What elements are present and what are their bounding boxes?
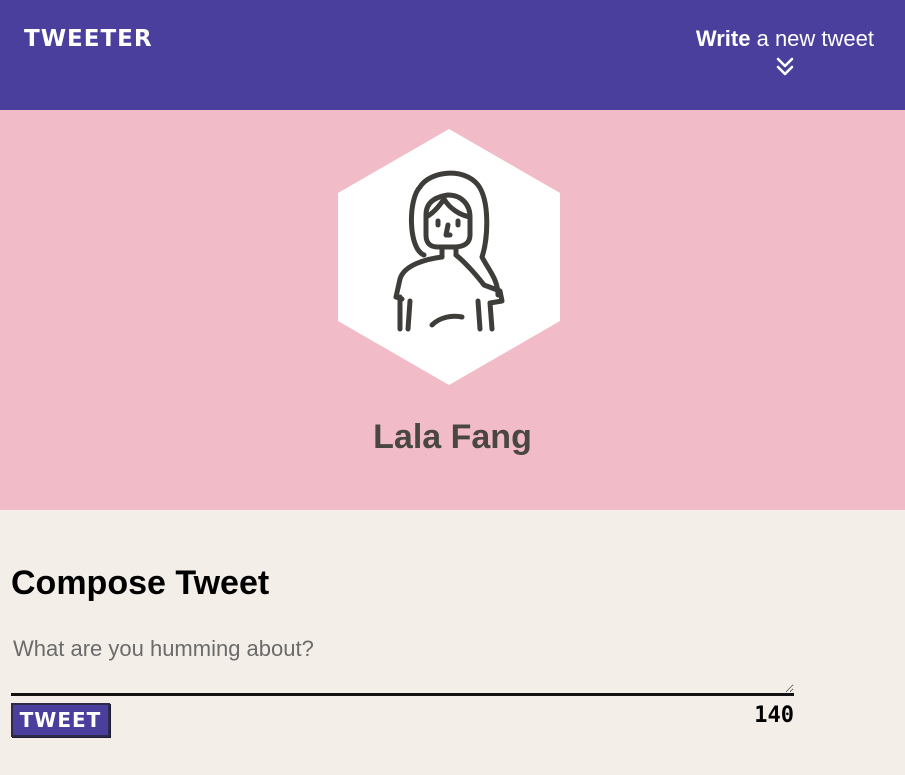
top-nav: TWEETER Write a new tweet: [0, 0, 905, 110]
brand-logo[interactable]: TWEETER: [24, 26, 153, 52]
tweet-button[interactable]: TWEET: [11, 703, 110, 737]
double-chevron-down-icon[interactable]: [774, 56, 796, 78]
write-label-bold: Write: [695, 26, 751, 51]
write-new-tweet-label: Write a new tweet: [696, 26, 874, 52]
compose-section: Compose Tweet TWEET 140: [0, 510, 905, 775]
write-label-rest: a new tweet: [750, 26, 874, 51]
profile-banner: Lala Fang: [0, 110, 905, 510]
tweet-input[interactable]: [11, 630, 794, 696]
profile-name: Lala Fang: [373, 418, 532, 456]
compose-title: Compose Tweet: [11, 564, 270, 602]
female-user-avatar-icon: [338, 129, 560, 385]
char-counter: 140: [754, 703, 794, 728]
avatar: [338, 129, 560, 385]
write-new-tweet-toggle[interactable]: Write a new tweet: [696, 26, 874, 78]
